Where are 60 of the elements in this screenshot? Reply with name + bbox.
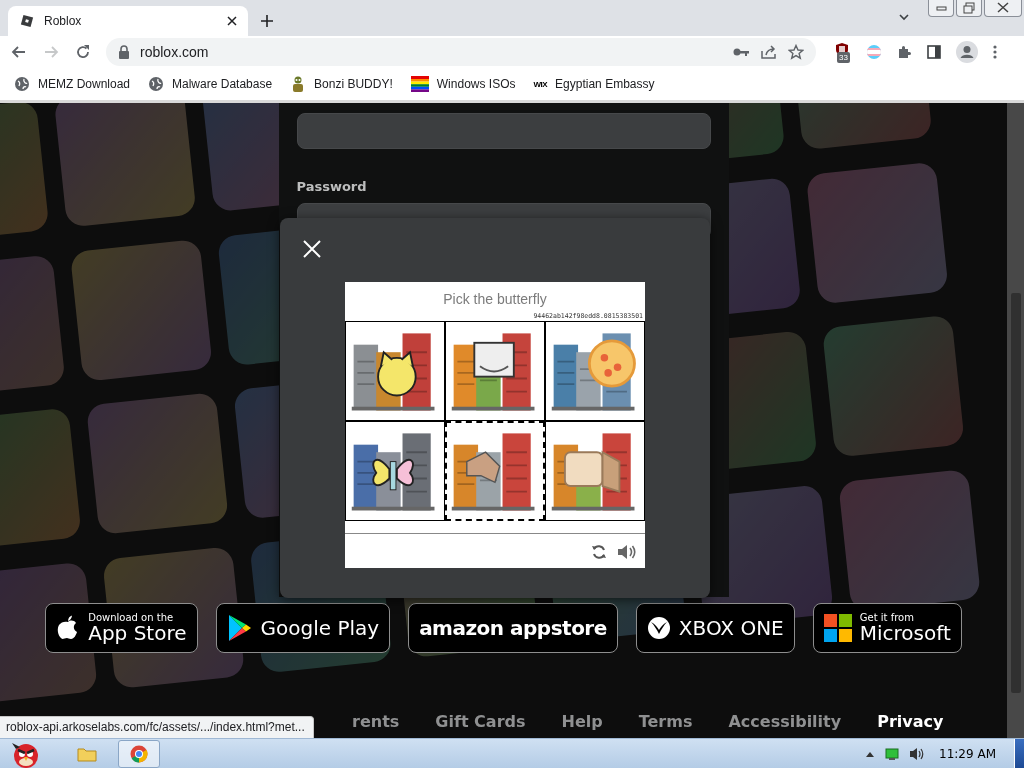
side-panel-icon[interactable] bbox=[926, 44, 942, 60]
close-window-icon[interactable] bbox=[984, 0, 1022, 17]
network-icon[interactable] bbox=[885, 747, 900, 760]
speaker-icon[interactable] bbox=[909, 746, 926, 761]
taskbar-button[interactable] bbox=[118, 739, 160, 768]
footer-link[interactable]: Gift Cards bbox=[435, 711, 526, 731]
bookmark[interactable]: Windows ISOs bbox=[410, 76, 516, 92]
store-badge[interactable]: XBOX ONE bbox=[635, 603, 795, 653]
field-label: Password bbox=[296, 179, 368, 194]
captcha-image[interactable] bbox=[345, 321, 445, 421]
lock-icon bbox=[118, 45, 130, 59]
link-status-tooltip: roblox-api.arkoselabs.com/fc/assets/.../index.html?met... bbox=[0, 716, 314, 738]
folder-icon bbox=[77, 745, 97, 762]
captcha-image[interactable] bbox=[545, 421, 645, 521]
new-tab-icon[interactable] bbox=[260, 14, 274, 28]
roblox-logo-icon bbox=[20, 14, 34, 28]
store-badge[interactable]: Get it from Microsoft bbox=[812, 603, 962, 653]
captcha-image[interactable] bbox=[545, 321, 645, 421]
footer-link[interactable]: Accessibility bbox=[728, 711, 842, 731]
bookmark[interactable]: Malware Database bbox=[148, 76, 273, 92]
speaker-icon[interactable] bbox=[617, 544, 637, 560]
refresh-icon[interactable] bbox=[591, 544, 607, 560]
play-triangle-icon bbox=[226, 614, 253, 642]
captcha-image[interactable] bbox=[445, 321, 545, 421]
restore-icon[interactable] bbox=[956, 0, 982, 17]
bookmark[interactable]: WIX Egyptian Embassy bbox=[533, 77, 655, 91]
footer-link[interactable]: Help bbox=[561, 711, 603, 731]
windows-squares-icon bbox=[823, 614, 852, 642]
browser-tab[interactable]: Roblox bbox=[8, 6, 248, 36]
store-badge[interactable]: amazon appstore bbox=[408, 603, 618, 653]
rainbow-flag-icon bbox=[410, 76, 429, 92]
profile-avatar-icon[interactable] bbox=[956, 41, 978, 63]
bookmark[interactable]: Bonzi BUDDY! bbox=[290, 75, 393, 93]
extension-badge: 33 bbox=[837, 52, 850, 63]
address-bar[interactable]: roblox.com bbox=[106, 38, 816, 66]
puzzle-icon[interactable] bbox=[896, 44, 912, 60]
minimize-icon[interactable] bbox=[928, 0, 954, 17]
globe-icon bbox=[14, 76, 30, 92]
key-icon[interactable] bbox=[732, 46, 750, 58]
bookmark[interactable]: MEMZ Download bbox=[14, 76, 131, 92]
globe-icon bbox=[148, 76, 165, 92]
share-icon[interactable] bbox=[760, 44, 778, 60]
chrome-icon bbox=[130, 744, 148, 763]
store-badge[interactable]: Download on the App Store bbox=[45, 603, 198, 653]
captcha-prompt: Pick the butterfly bbox=[442, 291, 548, 308]
footer-link[interactable]: rents bbox=[352, 711, 400, 731]
scrollbar[interactable] bbox=[1007, 103, 1024, 738]
captcha-image[interactable] bbox=[445, 421, 545, 521]
close-icon[interactable] bbox=[226, 15, 238, 27]
menu-icon[interactable] bbox=[992, 44, 998, 60]
username-field[interactable] bbox=[296, 113, 711, 149]
captcha-image[interactable] bbox=[345, 421, 445, 521]
clock[interactable]: 11:29 AM bbox=[939, 746, 996, 761]
wix-logo: WIX bbox=[533, 79, 548, 89]
footer-link[interactable]: Terms bbox=[638, 711, 693, 731]
footer-link[interactable]: Privacy bbox=[877, 711, 944, 731]
show-desktop-button[interactable] bbox=[1014, 739, 1024, 768]
store-badge[interactable]: Google Play bbox=[215, 603, 391, 653]
star-icon[interactable] bbox=[788, 44, 804, 60]
reload-icon[interactable] bbox=[74, 43, 92, 61]
